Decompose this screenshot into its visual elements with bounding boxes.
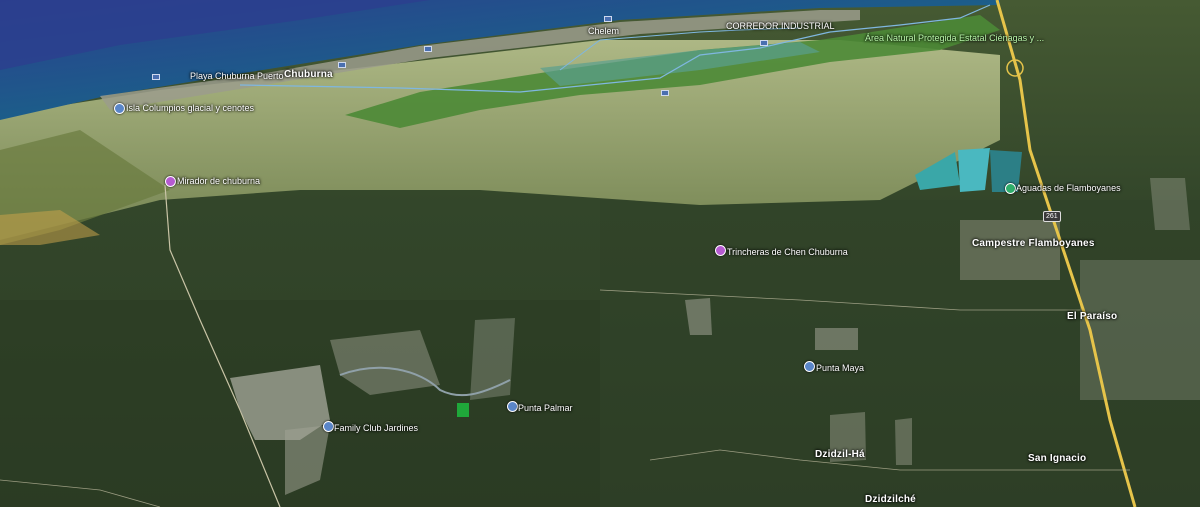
pin-family-club[interactable] — [323, 421, 334, 432]
pin-punta-palmar[interactable] — [507, 401, 518, 412]
pin-mirador[interactable] — [165, 176, 176, 187]
coast-marker[interactable] — [338, 62, 346, 68]
coast-marker[interactable] — [604, 16, 612, 22]
poi-label-aguadas[interactable]: Aguadas de Flamboyanes — [1016, 183, 1121, 194]
poi-label-trincheras[interactable]: Trincheras de Chen Chuburna — [727, 247, 848, 258]
poi-label-isla-columpios[interactable]: Isla Columpios glacial y cenotes — [126, 103, 254, 114]
label-el-paraiso[interactable]: El Paraíso — [1067, 311, 1117, 322]
pin-punta-maya[interactable] — [804, 361, 815, 372]
coast-marker[interactable] — [661, 90, 669, 96]
poi-label-punta-maya[interactable]: Punta Maya — [816, 363, 864, 374]
label-campestre-flamboyanes[interactable]: Campestre Flamboyanes — [972, 238, 1095, 249]
label-area-protegida[interactable]: Área Natural Protegida Estatal Ciénagas … — [865, 33, 1044, 44]
terrain-imagery — [0, 0, 1200, 507]
pin-aguadas[interactable] — [1005, 183, 1016, 194]
label-chelem[interactable]: Chelem — [588, 26, 619, 37]
label-chuburna[interactable]: Chuburna — [284, 69, 333, 80]
label-playa-chuburna[interactable]: Playa Chuburna Puerto — [190, 71, 284, 82]
pin-isla-columpios[interactable] — [114, 103, 125, 114]
coast-marker[interactable] — [760, 40, 768, 46]
poi-label-punta-palmar[interactable]: Punta Palmar — [518, 403, 573, 414]
satellite-map[interactable]: Playa Chuburna Puerto Chuburna Chelem CO… — [0, 0, 1200, 507]
label-san-ignacio[interactable]: San Ignacio — [1028, 453, 1086, 464]
pin-trincheras[interactable] — [715, 245, 726, 256]
highway-shield: 261 — [1043, 211, 1061, 222]
label-dzidzil-ha[interactable]: Dzidzil-Há — [815, 449, 865, 460]
poi-label-mirador[interactable]: Mirador de chuburna — [177, 176, 260, 187]
coast-marker[interactable] — [152, 74, 160, 80]
coast-marker[interactable] — [424, 46, 432, 52]
label-corredor-industrial[interactable]: CORREDOR INDUSTRIAL — [726, 21, 835, 32]
poi-label-family-club[interactable]: Family Club Jardines — [334, 423, 418, 434]
label-dzidzilche[interactable]: Dzidzilché — [865, 494, 916, 505]
